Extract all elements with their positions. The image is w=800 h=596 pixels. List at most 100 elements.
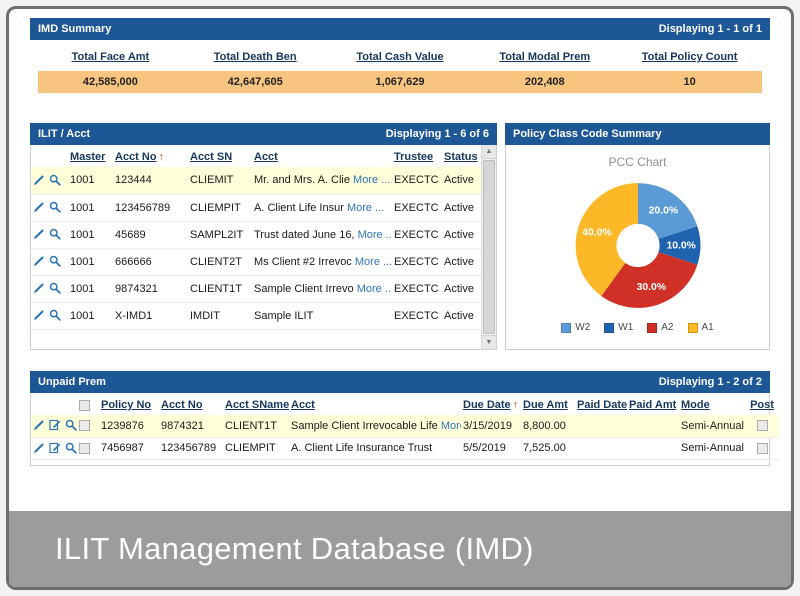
col-acct-no[interactable]: Acct No↑ xyxy=(113,145,188,167)
edit-icon[interactable] xyxy=(33,255,46,268)
legend-swatch-a2 xyxy=(647,323,657,333)
sort-asc-icon: ↑ xyxy=(513,399,519,411)
col-policy-no[interactable]: Policy No xyxy=(99,393,159,415)
scroll-track[interactable] xyxy=(482,159,496,335)
sort-asc-icon: ↑ xyxy=(159,151,165,163)
edit-note-icon[interactable] xyxy=(49,442,62,455)
pie-slice-label: 40.0% xyxy=(582,227,611,238)
col-master[interactable]: Master xyxy=(68,145,113,167)
view-icon[interactable] xyxy=(65,442,77,455)
cell-acct-no: 123456789 xyxy=(159,437,223,459)
col-acct-sn[interactable]: Acct SN xyxy=(188,145,252,167)
col-total-death-ben: Total Death Ben xyxy=(183,51,328,63)
scroll-down-icon[interactable]: ▼ xyxy=(482,335,496,349)
col-acct-no[interactable]: Acct No xyxy=(159,393,223,415)
post-checkbox[interactable] xyxy=(757,443,768,454)
cell-acct-no: 9874321 xyxy=(113,275,188,302)
view-icon[interactable] xyxy=(49,255,62,268)
more-link[interactable]: More ... xyxy=(353,174,390,186)
col-mode[interactable]: Mode xyxy=(679,393,745,415)
panel-title: ILIT / Acct xyxy=(38,128,90,140)
legend-label: W2 xyxy=(575,322,590,333)
edit-icon[interactable] xyxy=(33,419,46,432)
cell-mode: Semi-Annual xyxy=(679,415,745,437)
cell-acct-sname: CLIENT1T xyxy=(223,415,289,437)
displaying-count: Displaying 1 - 2 of 2 xyxy=(659,376,762,388)
displaying-count: Displaying 1 - 6 of 6 xyxy=(386,128,489,140)
post-checkbox[interactable] xyxy=(757,420,768,431)
legend-label: A1 xyxy=(702,322,714,333)
table-row: 1001 123444 CLIEMIT Mr. and Mrs. A. Clie… xyxy=(31,167,481,194)
table-header-row: Master Acct No↑ Acct SN Acct Trustee Sta… xyxy=(31,145,481,167)
row-checkbox[interactable] xyxy=(79,420,90,431)
edit-note-icon[interactable] xyxy=(49,419,62,432)
cell-paid-date xyxy=(575,437,627,459)
col-post[interactable]: Post xyxy=(745,393,779,415)
col-trustee[interactable]: Trustee xyxy=(392,145,442,167)
cell-due-date: 3/15/2019 xyxy=(461,415,521,437)
cell-status: Active xyxy=(442,275,481,302)
cell-acct-sn: CLIEMIT xyxy=(188,167,252,194)
col-due-date[interactable]: Due Date↑ xyxy=(461,393,521,415)
view-icon[interactable] xyxy=(49,309,62,322)
pcc-pie-chart: 20.0%10.0%30.0%40.0% xyxy=(558,171,718,320)
cell-acct: Trust dated June 16, More ... xyxy=(252,221,392,248)
row-checkbox[interactable] xyxy=(79,443,90,454)
col-total-cash-value: Total Cash Value xyxy=(328,51,473,63)
cell-master: 1001 xyxy=(68,194,113,221)
col-status[interactable]: Status xyxy=(442,145,481,167)
edit-icon[interactable] xyxy=(33,442,46,455)
cell-master: 1001 xyxy=(68,221,113,248)
cell-due-date: 5/5/2019 xyxy=(461,437,521,459)
scroll-thumb[interactable] xyxy=(483,160,495,334)
edit-icon[interactable] xyxy=(33,201,46,214)
edit-icon[interactable] xyxy=(33,282,46,295)
cell-trustee: EXECTC xyxy=(392,221,442,248)
cell-status: Active xyxy=(442,167,481,194)
cell-paid-date xyxy=(575,415,627,437)
more-link[interactable]: More ... xyxy=(347,202,384,214)
cell-acct-sn: CLIEMPIT xyxy=(188,194,252,221)
cell-trustee: EXECTC xyxy=(392,302,442,329)
col-total-face-amt: Total Face Amt xyxy=(38,51,183,63)
view-icon[interactable] xyxy=(49,174,62,187)
app-window: IMD Summary Displaying 1 - 1 of 1 Total … xyxy=(6,6,794,590)
unpaid-prem-body: Policy No Acct No Acct SName Acct Due Da… xyxy=(30,393,770,466)
cell-mode: Semi-Annual xyxy=(679,437,745,459)
col-acct-sname[interactable]: Acct SName xyxy=(223,393,289,415)
scroll-up-icon[interactable]: ▲ xyxy=(482,145,496,159)
table-row: 1001 666666 CLIENT2T Ms Client #2 Irrevo… xyxy=(31,248,481,275)
more-link[interactable]: More ... xyxy=(355,256,392,268)
col-paid-amt[interactable]: Paid Amt xyxy=(627,393,679,415)
view-icon[interactable] xyxy=(49,201,62,214)
view-icon[interactable] xyxy=(49,228,62,241)
vertical-scrollbar[interactable]: ▲ ▼ xyxy=(481,145,496,349)
cell-master: 1001 xyxy=(68,275,113,302)
ilit-acct-body: Master Acct No↑ Acct SN Acct Trustee Sta… xyxy=(30,145,497,350)
select-all-checkbox[interactable] xyxy=(79,400,90,411)
legend-item-a1: A1 xyxy=(688,322,714,333)
col-paid-date[interactable]: Paid Date xyxy=(575,393,627,415)
edit-icon[interactable] xyxy=(33,174,46,187)
more-link[interactable]: More ... xyxy=(357,283,392,295)
more-link[interactable]: More ... xyxy=(441,420,461,432)
col-due-amt[interactable]: Due Amt xyxy=(521,393,575,415)
table-row: 1001 123456789 CLIEMPIT A. Client Life I… xyxy=(31,194,481,221)
table-row: 1001 X-IMD1 IMDIT Sample ILIT EXECTC Act… xyxy=(31,302,481,329)
panel-title: Unpaid Prem xyxy=(38,376,106,388)
imd-summary-panel: IMD Summary Displaying 1 - 1 of 1 Total … xyxy=(30,18,770,93)
view-icon[interactable] xyxy=(65,419,77,432)
cell-acct-no: 666666 xyxy=(113,248,188,275)
col-acct[interactable]: Acct xyxy=(289,393,461,415)
view-icon[interactable] xyxy=(49,282,62,295)
edit-icon[interactable] xyxy=(33,228,46,241)
page-title: ILIT Management Database (IMD) xyxy=(55,531,534,567)
more-link[interactable]: More ... xyxy=(358,229,392,241)
edit-icon[interactable] xyxy=(33,309,46,322)
displaying-count: Displaying 1 - 1 of 1 xyxy=(659,23,762,35)
cell-due-amt: 7,525.00 xyxy=(521,437,575,459)
pie-slice-label: 10.0% xyxy=(666,241,695,252)
policy-class-code-panel: Policy Class Code Summary PCC Chart 20.0… xyxy=(505,123,770,350)
col-acct[interactable]: Acct xyxy=(252,145,392,167)
cell-master: 1001 xyxy=(68,302,113,329)
